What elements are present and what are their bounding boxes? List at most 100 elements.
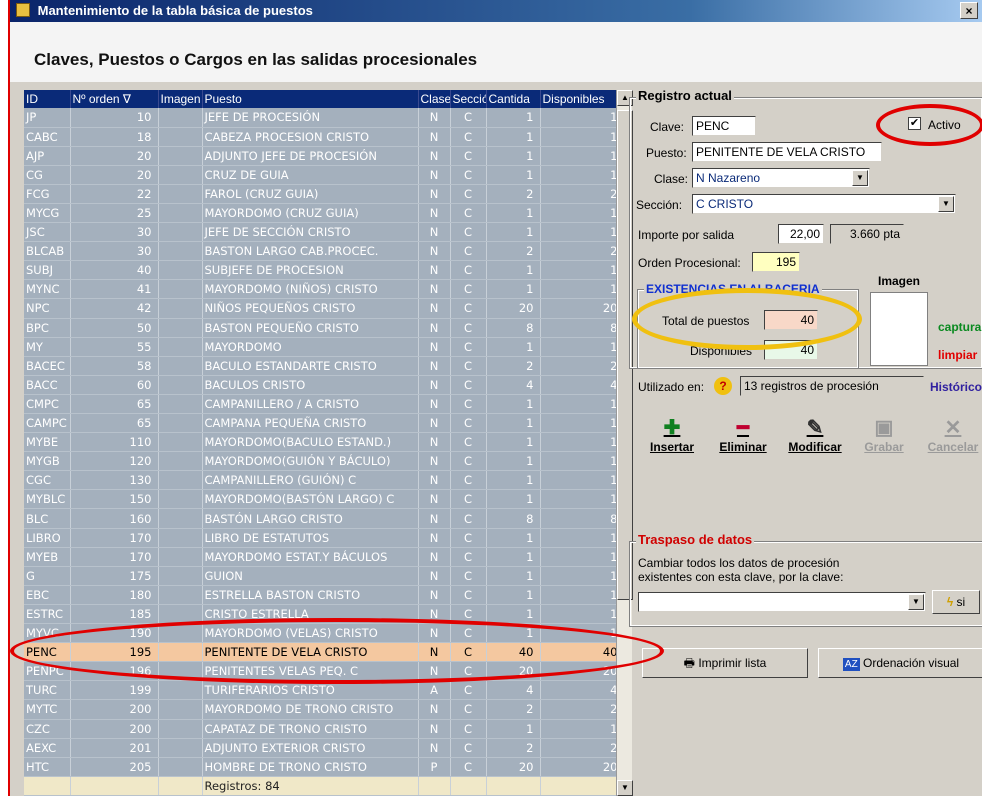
scroll-down-icon[interactable]: ▼ <box>617 780 633 796</box>
save-icon: ▣ <box>874 417 894 439</box>
table-row[interactable]: MYBE 110 MAYORDOMO(BACULO ESTAND.) N C 1 1 <box>24 432 624 453</box>
table-row[interactable]: MYTC 200 MAYORDOMO DE TRONO CRISTO N C 2 2 <box>24 699 624 720</box>
table-row[interactable]: JP 10 JEFE DE PROCESIÓN N C 1 1 <box>24 108 624 128</box>
chevron-down-icon[interactable]: ▼ <box>908 594 924 610</box>
table-cell: C <box>450 165 487 185</box>
table-cell: N <box>418 184 451 204</box>
close-button[interactable]: × <box>960 2 978 19</box>
table-cell: JEFE DE PROCESIÓN <box>202 108 419 128</box>
grabar-button[interactable]: ▣ Grabar <box>858 416 910 454</box>
chevron-down-icon[interactable]: ▼ <box>852 170 868 186</box>
table-cell: 1 <box>540 108 624 128</box>
table-row[interactable]: AEXC 201 ADJUNTO EXTERIOR CRISTO N C 2 2 <box>24 738 624 758</box>
column-header-puesto[interactable]: Puesto <box>202 90 419 108</box>
column-header-clase[interactable]: Clase <box>418 90 451 108</box>
table-row[interactable]: MY 55 MAYORDOMO N C 1 1 <box>24 337 624 357</box>
table-cell: MAYORDOMO ESTAT.Y BÁCULOS <box>202 547 419 567</box>
traspaso-select[interactable] <box>638 592 926 612</box>
column-header-orden[interactable]: Nº orden ∇ <box>70 90 159 108</box>
table-cell: 2 <box>540 184 624 204</box>
table-row[interactable]: LIBRO 170 LIBRO DE ESTATUTOS N C 1 1 <box>24 528 624 548</box>
column-header-id[interactable]: ID <box>24 90 71 108</box>
table-cell: 1 <box>540 566 624 586</box>
table-cell: C <box>450 661 487 682</box>
total-field[interactable]: 40 <box>764 310 818 330</box>
table-cell: MAYORDOMO(GUIÓN Y BÁCULO) <box>202 451 419 472</box>
table-row[interactable]: EBC 180 ESTRELLA BASTON CRISTO N C 1 1 <box>24 585 624 605</box>
table-row[interactable]: MYEB 170 MAYORDOMO ESTAT.Y BÁCULOS N C 1 1 <box>24 547 624 567</box>
table-cell: BASTON LARGO CAB.PROCEC. <box>202 241 419 262</box>
table-cell: CABC <box>24 127 71 147</box>
clase-select[interactable]: N Nazareno <box>692 168 870 188</box>
table-row[interactable]: CMPC 65 CAMPANILLERO / A CRISTO N C 1 1 <box>24 394 624 415</box>
help-icon[interactable]: ? <box>714 377 732 395</box>
column-header-imagen[interactable]: Imagen <box>158 90 203 108</box>
orden-field[interactable]: 195 <box>752 252 800 272</box>
table-cell: 1 <box>540 528 624 548</box>
column-header-cantidad[interactable]: Cantida <box>486 90 541 108</box>
table-row[interactable]: BACC 60 BACULOS CRISTO N C 4 4 <box>24 375 624 395</box>
table-row[interactable]: CG 20 CRUZ DE GUIA N C 1 1 <box>24 165 624 185</box>
clase-label: Clase: <box>654 172 689 186</box>
clave-field[interactable]: PENC <box>692 116 756 136</box>
puesto-field[interactable]: PENITENTE DE VELA CRISTO <box>692 142 882 162</box>
table-row[interactable]: JSC 30 JEFE DE SECCIÓN CRISTO N C 1 1 <box>24 222 624 243</box>
table-row[interactable]: SUBJ 40 SUBJEFE DE PROCESION N C 1 1 <box>24 260 624 281</box>
table-row[interactable]: AJP 20 ADJUNTO JEFE DE PROCESIÓN N C 1 1 <box>24 146 624 166</box>
table-cell: 1 <box>486 413 541 434</box>
imprimir-button[interactable]: 🖶 Imprimir lista <box>642 648 808 678</box>
table-cell: 1 <box>540 623 624 644</box>
historico-link[interactable]: Histórico <box>930 380 982 394</box>
table-row[interactable]: G 175 GUION N C 1 1 <box>24 566 624 586</box>
table-row[interactable]: PENPC 196 PENITENTES VELAS PEQ. C N C 20 20 <box>24 661 624 682</box>
table-cell: MYEB <box>24 547 71 567</box>
table-row[interactable]: MYGB 120 MAYORDOMO(GUIÓN Y BÁCULO) N C 1 1 <box>24 451 624 472</box>
positions-grid[interactable]: ID Nº orden ∇ Imagen Puesto Clase Secció… <box>24 90 624 796</box>
table-cell: A <box>418 680 451 701</box>
capturar-link[interactable]: capturar <box>938 320 982 334</box>
table-row[interactable]: FCG 22 FAROL (CRUZ GUIA) N C 2 2 <box>24 184 624 204</box>
table-row[interactable]: MYBLC 150 MAYORDOMO(BASTÓN LARGO) CNC11 <box>24 489 624 510</box>
image-box[interactable] <box>870 292 928 366</box>
table-cell <box>158 222 203 243</box>
table-row[interactable]: BLC 160 BASTÓN LARGO CRISTO N C 8 8 <box>24 508 624 529</box>
table-row[interactable]: MYCG 25 MAYORDOMO (CRUZ GUIA) N C 1 1 <box>24 203 624 224</box>
si-button[interactable]: ϟ si <box>932 590 980 614</box>
table-cell: CABEZA PROCESION CRISTO <box>202 127 419 147</box>
table-row[interactable]: NPC 42 NIÑOS PEQUEÑOS CRISTO N C 20 20 <box>24 298 624 319</box>
table-row[interactable]: HTC 205 HOMBRE DE TRONO CRISTO P C 20 20 <box>24 757 624 777</box>
table-row[interactable]: ESTRC 185 CRISTO ESTRELLA N C 1 1 <box>24 604 624 625</box>
table-cell: CAMPC <box>24 413 71 434</box>
chevron-down-icon[interactable]: ▼ <box>938 196 954 212</box>
table-cell: 1 <box>486 451 541 472</box>
table-row[interactable]: BPC 50 BASTON PEQUEÑO CRISTO N C 8 8 <box>24 318 624 338</box>
cancelar-button[interactable]: ✕ Cancelar <box>922 416 982 454</box>
insertar-button[interactable]: ✚ Insertar <box>642 416 702 454</box>
table-cell: N <box>418 642 451 663</box>
modificar-button[interactable]: ✎ Modificar <box>780 416 850 454</box>
activo-checkbox[interactable]: ✔ <box>908 117 921 130</box>
table-row[interactable]: BACEC 58 BACULO ESTANDARTE CRISTO N C 2 2 <box>24 356 624 376</box>
table-cell: 190 <box>70 623 159 644</box>
table-cell: BACEC <box>24 356 71 376</box>
limpiar-link[interactable]: limpiar <box>938 348 977 362</box>
table-row[interactable]: MYVC 190 MAYORDOMO (VELAS) CRISTO N C 1 1 <box>24 623 624 644</box>
importe-field[interactable]: 22,00 <box>778 224 824 244</box>
ordenacion-button[interactable]: AZ Ordenación visual <box>818 648 982 678</box>
table-row[interactable]: CGC 130 CAMPANILLERO (GUIÓN) CNC11 <box>24 470 624 491</box>
table-row[interactable]: PENC 195 PENITENTE DE VELA CRISTO N C 40 40 <box>24 642 624 663</box>
column-header-seccion[interactable]: Secciór <box>450 90 487 108</box>
seccion-select[interactable]: C CRISTO <box>692 194 956 214</box>
table-cell: 1 <box>486 222 541 243</box>
table-cell: C <box>450 642 487 663</box>
table-row[interactable]: BLCAB 30 BASTON LARGO CAB.PROCEC. N C 2 2 <box>24 241 624 262</box>
column-header-disponibles[interactable]: Disponibles <box>540 90 624 108</box>
table-row[interactable]: TURC 199 TURIFERARIOS CRISTO A C 4 4 <box>24 680 624 701</box>
eliminar-button[interactable]: ━ Eliminar <box>710 416 776 454</box>
table-row[interactable]: MYNC 41 MAYORDOMO (NIÑOS) CRISTO N C 1 1 <box>24 279 624 300</box>
table-row[interactable]: CAMPC 65 CAMPANA PEQUEÑA CRISTO N C 1 1 <box>24 413 624 434</box>
table-cell: 170 <box>70 528 159 548</box>
table-cell: N <box>418 298 451 319</box>
table-row[interactable]: CABC 18 CABEZA PROCESION CRISTO N C 1 1 <box>24 127 624 147</box>
table-row[interactable]: CZC 200 CAPATAZ DE TRONO CRISTO N C 1 1 <box>24 719 624 739</box>
